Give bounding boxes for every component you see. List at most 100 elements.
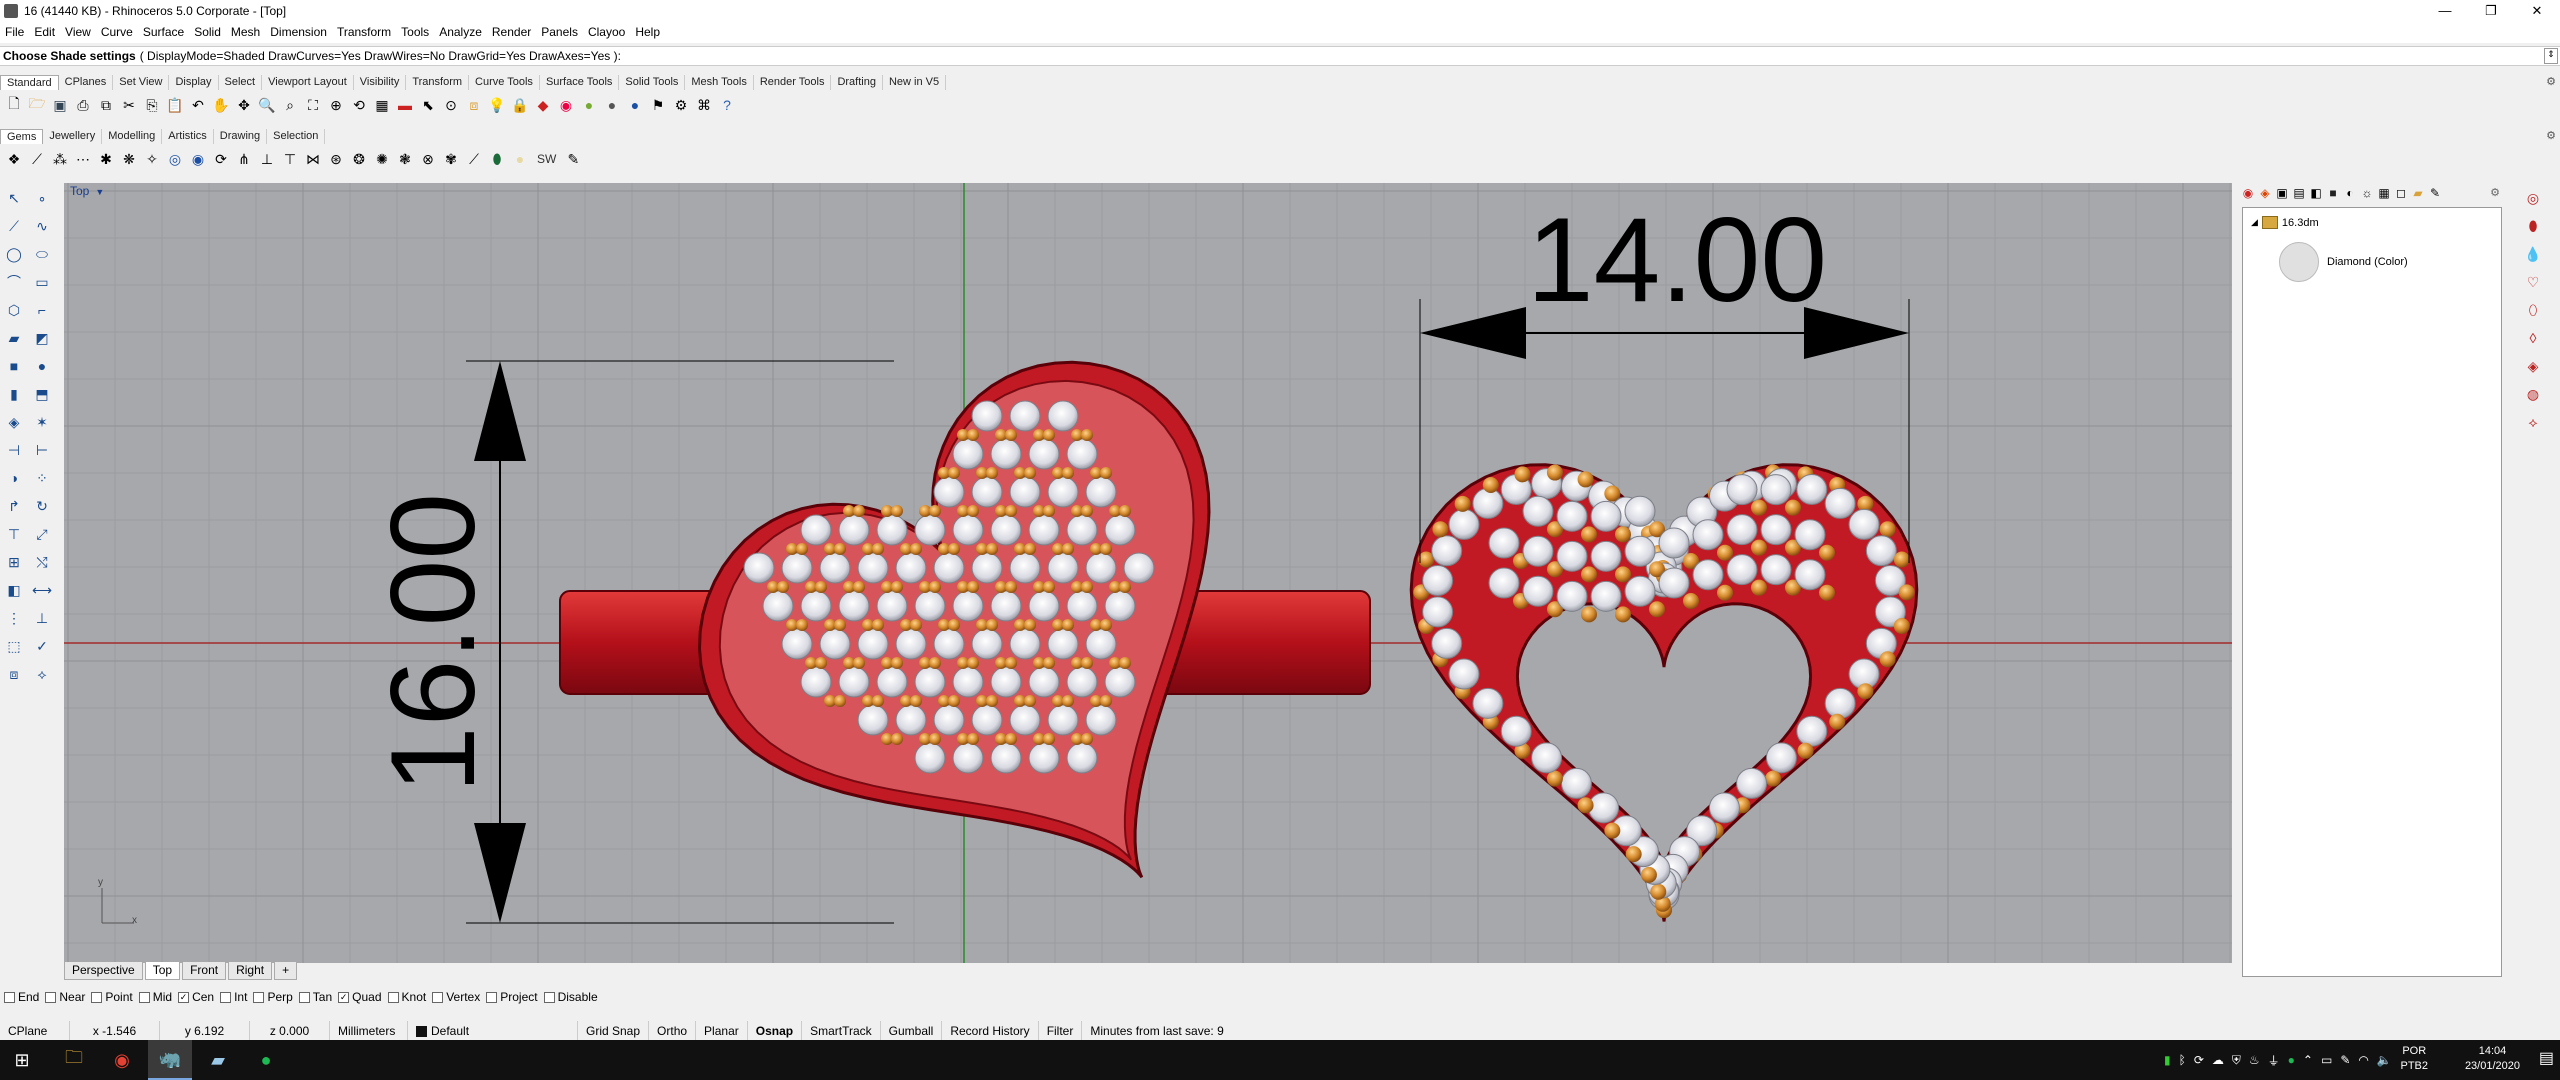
notepad-icon[interactable]: ▰ bbox=[196, 1040, 240, 1080]
tab-new-in-v5[interactable]: New in V5 bbox=[883, 75, 947, 90]
osnap-checkbox[interactable] bbox=[138, 991, 150, 1003]
zoom-extents-icon[interactable]: ⛶ bbox=[303, 95, 323, 115]
menu-surface[interactable]: Surface bbox=[138, 25, 189, 39]
tab-drawing[interactable]: Drawing bbox=[214, 129, 268, 144]
explode-icon[interactable]: ✶ bbox=[32, 412, 52, 432]
move-icon[interactable]: ↱ bbox=[4, 496, 24, 516]
scripts-icon[interactable]: ⌘ bbox=[694, 95, 714, 115]
status-grid-snap[interactable]: Grid Snap bbox=[578, 1021, 650, 1041]
paste-icon[interactable]: 📋 bbox=[165, 95, 185, 115]
gem-prongs-icon[interactable]: ⋔ bbox=[234, 149, 254, 169]
green-gem-icon[interactable]: ⬮ bbox=[487, 149, 507, 169]
notifications-icon[interactable]: ▤ bbox=[2539, 1048, 2554, 1068]
tab-modelling[interactable]: Modelling bbox=[102, 129, 163, 144]
environment-tab-icon[interactable]: ▦ bbox=[2376, 185, 2392, 201]
help-icon[interactable]: ? bbox=[717, 95, 737, 115]
taskbar-clock[interactable]: 14:04 23/01/2020 bbox=[2465, 1044, 2520, 1074]
menu-clayoo[interactable]: Clayoo bbox=[583, 25, 630, 39]
marquise-tool-icon[interactable]: ◈ bbox=[2524, 357, 2542, 375]
osnap-checkbox[interactable]: ✓ bbox=[178, 991, 190, 1003]
tab-surface-tools[interactable]: Surface Tools bbox=[540, 75, 620, 90]
gem-studio-icon[interactable]: ❋ bbox=[119, 149, 139, 169]
osnap-int[interactable]: Int bbox=[220, 990, 247, 1004]
gem-ring-icon[interactable]: ◎ bbox=[165, 149, 185, 169]
input-language[interactable]: POR PTB2 bbox=[2400, 1044, 2428, 1074]
lock-icon[interactable]: 🔒 bbox=[510, 95, 530, 115]
gem-cluster-icon[interactable]: ❂ bbox=[349, 149, 369, 169]
top-viewport[interactable]: 16.00 14.00 y x Top ▼ bbox=[64, 183, 2232, 963]
boolean-icon[interactable]: ◈ bbox=[4, 412, 24, 432]
gem-cutter-icon[interactable]: ⊥ bbox=[257, 149, 277, 169]
gem-row-icon[interactable]: ⋯ bbox=[73, 149, 93, 169]
chrome-icon[interactable]: ◉ bbox=[100, 1040, 144, 1080]
pan-icon[interactable]: ✋ bbox=[211, 95, 231, 115]
osnap-checkbox[interactable] bbox=[253, 991, 265, 1003]
tray-sync-icon[interactable]: ⟳ bbox=[2194, 1053, 2204, 1067]
tab-selection[interactable]: Selection bbox=[267, 129, 326, 144]
point-icon[interactable]: ⊙ bbox=[441, 95, 461, 115]
status-record-history[interactable]: Record History bbox=[942, 1021, 1039, 1041]
save-icon[interactable]: ▣ bbox=[50, 95, 70, 115]
osnap-checkbox[interactable] bbox=[220, 991, 232, 1003]
osnap-perp[interactable]: Perp bbox=[253, 990, 293, 1004]
osnap-checkbox[interactable] bbox=[45, 991, 57, 1003]
copy-icon[interactable]: ⎘ bbox=[142, 95, 162, 115]
prong-icon[interactable]: ⟋ bbox=[27, 149, 47, 169]
folder-tab-icon[interactable]: ▰ bbox=[2410, 185, 2426, 201]
tray-wifi-icon[interactable]: ◠ bbox=[2358, 1053, 2368, 1067]
tab-drafting[interactable]: Drafting bbox=[831, 75, 883, 90]
join-icon[interactable]: ⊣ bbox=[4, 440, 24, 460]
gem-wheel-icon[interactable]: ⊗ bbox=[418, 149, 438, 169]
osnap-checkbox[interactable] bbox=[387, 991, 399, 1003]
group-icon[interactable]: ⁘ bbox=[32, 468, 52, 488]
pencil-icon[interactable]: ✎ bbox=[563, 149, 583, 169]
shaded-sphere-icon[interactable]: ● bbox=[579, 95, 599, 115]
collapse-icon[interactable]: ◢ bbox=[2251, 217, 2258, 228]
cplane-icon[interactable]: ▬ bbox=[395, 95, 415, 115]
minimize-button[interactable]: — bbox=[2422, 0, 2468, 21]
right-heart-pendant[interactable] bbox=[1409, 463, 1919, 922]
scale-icon[interactable]: ⤢ bbox=[32, 524, 52, 544]
close-button[interactable]: ✕ bbox=[2514, 0, 2560, 21]
material-tree[interactable]: ◢ 16.3dm Diamond (Color) bbox=[2242, 207, 2502, 977]
zoom-selected-icon[interactable]: ⊕ bbox=[326, 95, 346, 115]
oval-tool-icon[interactable]: ⬯ bbox=[2524, 301, 2542, 319]
viewport-menu-arrow-icon[interactable]: ▼ bbox=[95, 187, 104, 197]
loft-icon[interactable]: ◩ bbox=[32, 328, 52, 348]
undo-icon[interactable]: ↶ bbox=[188, 95, 208, 115]
osnap-checkbox[interactable] bbox=[4, 991, 15, 1003]
command-history-scroll[interactable]: ⇕ bbox=[2544, 48, 2558, 64]
status-filter[interactable]: Filter bbox=[1039, 1021, 1083, 1041]
osnap-checkbox[interactable]: ✓ bbox=[338, 991, 350, 1003]
menu-dimension[interactable]: Dimension bbox=[265, 25, 332, 39]
polyline-icon[interactable]: ⟋ bbox=[4, 216, 24, 236]
orient-icon[interactable]: ⤭ bbox=[32, 552, 52, 572]
material-icon[interactable]: ◆ bbox=[533, 95, 553, 115]
tab-top[interactable]: Top bbox=[144, 962, 181, 980]
box-icon[interactable]: ■ bbox=[4, 356, 24, 376]
gem-cluster2-icon[interactable]: ❃ bbox=[395, 149, 415, 169]
render-icon[interactable]: ⬚ bbox=[4, 636, 24, 656]
command-line[interactable]: Choose Shade settings ( DisplayMode=Shad… bbox=[0, 46, 2560, 66]
tab-visibility[interactable]: Visibility bbox=[354, 75, 407, 90]
maximize-button[interactable]: ❐ bbox=[2468, 0, 2514, 21]
tab-solid-tools[interactable]: Solid Tools bbox=[619, 75, 686, 90]
band-tool-icon[interactable]: ◍ bbox=[2524, 385, 2542, 403]
array-icon[interactable]: ⊞ bbox=[4, 552, 24, 572]
status-cplane[interactable]: CPlane bbox=[0, 1021, 70, 1041]
tab-gems[interactable]: Gems bbox=[0, 129, 44, 144]
properties-tab-icon[interactable]: ◉ bbox=[2240, 185, 2256, 201]
status-gumball[interactable]: Gumball bbox=[881, 1021, 943, 1041]
gear-icon[interactable]: ⚙ bbox=[2546, 75, 2556, 88]
extrude-icon[interactable]: ⬒ bbox=[32, 384, 52, 404]
osnap-checkbox[interactable] bbox=[486, 991, 498, 1003]
ellipse-icon[interactable]: ⬭ bbox=[32, 244, 52, 264]
zoom-window-icon[interactable]: ⌕ bbox=[280, 95, 300, 115]
cylinder-icon[interactable]: ▮ bbox=[4, 384, 24, 404]
viewport-name[interactable]: Top bbox=[70, 184, 89, 198]
select-arrow-icon[interactable]: ↖ bbox=[4, 188, 24, 208]
lights-tab-icon[interactable]: ☼ bbox=[2359, 185, 2375, 201]
tab-perspective[interactable]: Perspective bbox=[64, 962, 143, 980]
menu-view[interactable]: View bbox=[60, 25, 96, 39]
osnap-end[interactable]: End bbox=[4, 990, 39, 1004]
